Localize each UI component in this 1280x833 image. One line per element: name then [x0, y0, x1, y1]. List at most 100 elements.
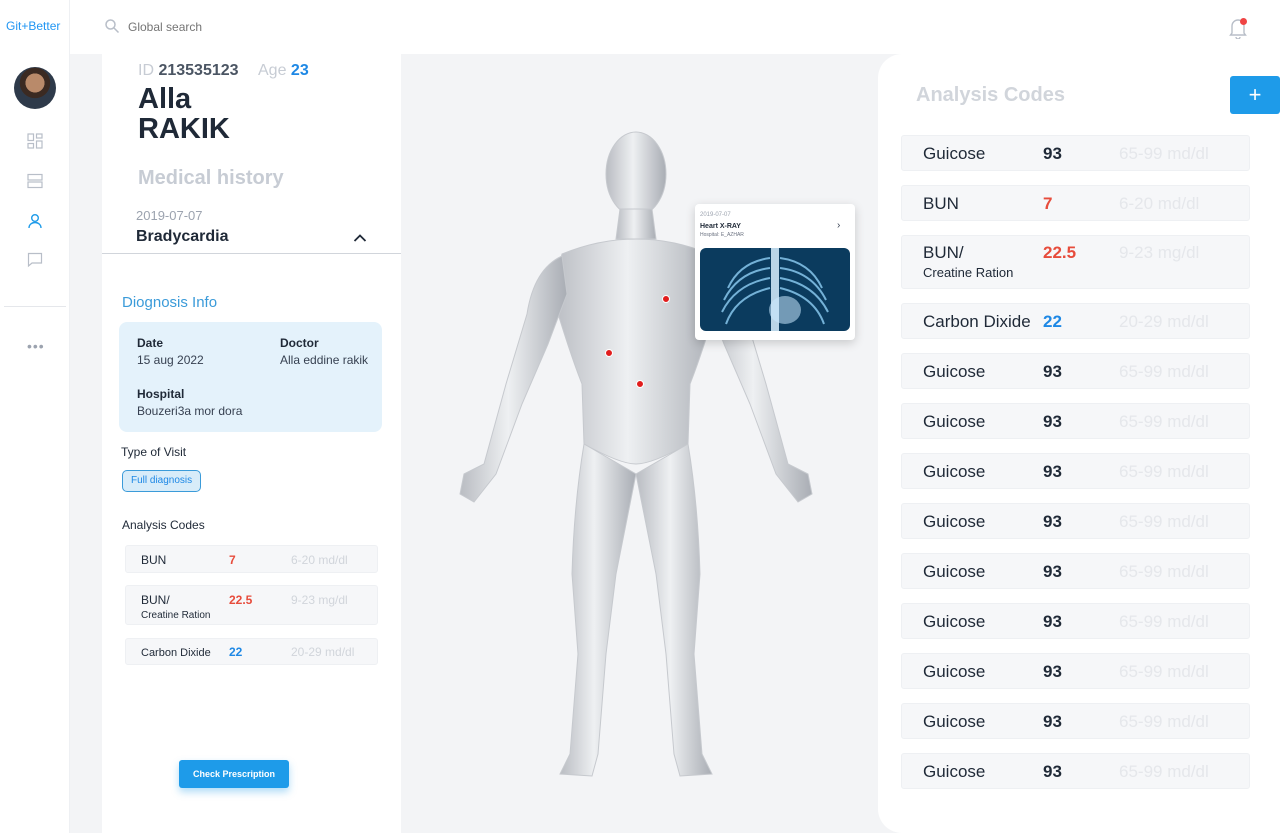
more-icon[interactable]: •••: [27, 338, 45, 354]
notification-dot: [1240, 18, 1247, 25]
patient-name: Alla RAKIK: [138, 83, 230, 145]
diagnosis-card: Date 15 aug 2022 Doctor Alla eddine raki…: [119, 322, 382, 432]
date-label: Date: [137, 336, 164, 350]
code-range: 65-99 md/dl: [1119, 662, 1209, 681]
dashboard-icon[interactable]: [25, 131, 45, 151]
analysis-row[interactable]: Guicose 93 65-99 md/dl: [901, 503, 1250, 539]
top-bar: [70, 0, 1280, 54]
analysis-row[interactable]: BUN/Creatine Ration 22.5 9-23 mg/dl: [125, 585, 378, 625]
patient-age: Age 23: [258, 62, 309, 79]
analysis-row[interactable]: Carbon Dixide 22 20-29 md/dl: [125, 638, 378, 665]
code-range: 6-20 md/dl: [291, 553, 348, 567]
analysis-row[interactable]: Guicose 93 65-99 md/dl: [901, 703, 1250, 739]
analysis-codes-label: Analysis Codes: [122, 518, 205, 532]
code-name: BUN/Creatine Ration: [923, 243, 1014, 280]
analysis-row[interactable]: Guicose 93 65-99 md/dl: [901, 753, 1250, 789]
chat-icon[interactable]: [25, 250, 45, 270]
code-value: 93: [1043, 412, 1062, 431]
medical-history-title: Medical history: [138, 167, 284, 189]
code-range: 6-20 md/dl: [1119, 194, 1200, 213]
patient-id: ID 213535123: [138, 62, 239, 79]
code-name: Guicose: [923, 662, 986, 681]
sidebar-divider: [4, 306, 66, 307]
code-name: Guicose: [923, 144, 986, 163]
body-marker[interactable]: [636, 380, 644, 388]
analysis-row[interactable]: Guicose 93 65-99 md/dl: [901, 453, 1250, 489]
analysis-row[interactable]: Guicose 93 65-99 md/dl: [901, 603, 1250, 639]
visit-type-badge[interactable]: Full diagnosis: [122, 470, 202, 492]
analysis-row[interactable]: Guicose 93 65-99 md/dl: [901, 353, 1250, 389]
analysis-row[interactable]: BUN 7 6-20 md/dl: [125, 545, 378, 573]
doctor-value: Alla eddine rakik: [280, 353, 369, 367]
analysis-row[interactable]: Guicose 93 65-99 md/dl: [901, 553, 1250, 589]
code-name: Guicose: [923, 712, 986, 731]
user-icon[interactable]: [25, 211, 45, 231]
code-range: 65-99 md/dl: [1119, 712, 1209, 731]
code-range: 65-99 md/dl: [1119, 362, 1209, 381]
body-view: 2019-07-07 Heart X-RAY Hospital: E_AZHAR…: [402, 54, 878, 833]
code-range: 65-99 md/dl: [1119, 512, 1209, 531]
code-value: 93: [1043, 762, 1062, 781]
analysis-panel: Analysis Codes + Guicose 93 65-99 md/dl BUN…: [878, 54, 1280, 833]
body-marker[interactable]: [662, 295, 670, 303]
code-name: BUN: [923, 194, 959, 213]
add-analysis-button[interactable]: +: [1230, 76, 1280, 114]
code-name: Guicose: [923, 512, 986, 531]
code-range: 65-99 md/dl: [1119, 562, 1209, 581]
app-logo[interactable]: Git+Better: [6, 19, 60, 33]
search-input[interactable]: [128, 16, 428, 38]
code-value: 93: [1043, 712, 1062, 731]
analysis-row[interactable]: Carbon Dixide 22 20-29 md/dl: [901, 303, 1250, 339]
code-range: 65-99 md/dl: [1119, 762, 1209, 781]
code-value: 93: [1043, 362, 1062, 381]
code-name: Carbon Dixide: [923, 312, 1031, 331]
code-value: 22.5: [229, 593, 253, 607]
analysis-row[interactable]: Guicose 93 65-99 md/dl: [901, 135, 1250, 171]
history-condition[interactable]: Bradycardia: [136, 228, 229, 246]
code-name: Guicose: [923, 762, 986, 781]
date-value: 15 aug 2022: [137, 353, 204, 367]
divider: [102, 253, 401, 254]
search-icon: [104, 18, 120, 34]
code-range: 65-99 md/dl: [1119, 612, 1209, 631]
hospital-value: Bouzeri3a mor dora: [137, 404, 243, 418]
check-prescription-button[interactable]: Check Prescription: [179, 760, 289, 788]
patient-panel: ID 213535123 Age 23 Alla RAKIK Medical h…: [102, 54, 401, 833]
code-range: 9-23 mg/dl: [291, 593, 348, 607]
analysis-row[interactable]: BUN 7 6-20 md/dl: [901, 185, 1250, 221]
xray-date: 2019-07-07: [700, 212, 731, 218]
body-marker[interactable]: [605, 349, 613, 357]
xray-card[interactable]: 2019-07-07 Heart X-RAY Hospital: E_AZHAR…: [695, 204, 855, 340]
xray-hospital: Hospital: E_AZHAR: [700, 232, 744, 238]
xray-image: [700, 248, 850, 331]
code-value: 93: [1043, 562, 1062, 581]
code-range: 20-29 md/dl: [291, 645, 355, 659]
code-value: 93: [1043, 612, 1062, 631]
code-value: 7: [1043, 194, 1053, 213]
analysis-row[interactable]: Guicose 93 65-99 md/dl: [901, 653, 1250, 689]
code-name: Guicose: [923, 612, 986, 631]
avatar[interactable]: [14, 67, 56, 109]
history-date: 2019-07-07: [136, 208, 203, 223]
code-value: 93: [1043, 662, 1062, 681]
code-name: Guicose: [923, 562, 986, 581]
human-body-model: [459, 131, 813, 777]
code-range: 9-23 mg/dl: [1119, 243, 1200, 262]
code-value: 7: [229, 553, 236, 567]
code-value: 22: [1043, 312, 1062, 331]
code-range: 65-99 md/dl: [1119, 462, 1209, 481]
analysis-row[interactable]: BUN/Creatine Ration 22.5 9-23 mg/dl: [901, 235, 1250, 289]
code-value: 93: [1043, 144, 1062, 163]
code-name: Guicose: [923, 362, 986, 381]
code-name: BUN: [141, 553, 167, 567]
chevron-right-icon[interactable]: ›: [837, 220, 840, 231]
xray-title: Heart X-RAY: [700, 223, 741, 230]
code-value: 93: [1043, 512, 1062, 531]
list-icon[interactable]: [25, 171, 45, 191]
code-name: Carbon Dixide: [141, 647, 211, 659]
code-value: 22: [229, 645, 243, 659]
sidebar: Git+Better •••: [0, 0, 70, 833]
visit-type-label: Type of Visit: [121, 445, 187, 459]
analysis-row[interactable]: Guicose 93 65-99 md/dl: [901, 403, 1250, 439]
chevron-up-icon[interactable]: [352, 230, 368, 246]
